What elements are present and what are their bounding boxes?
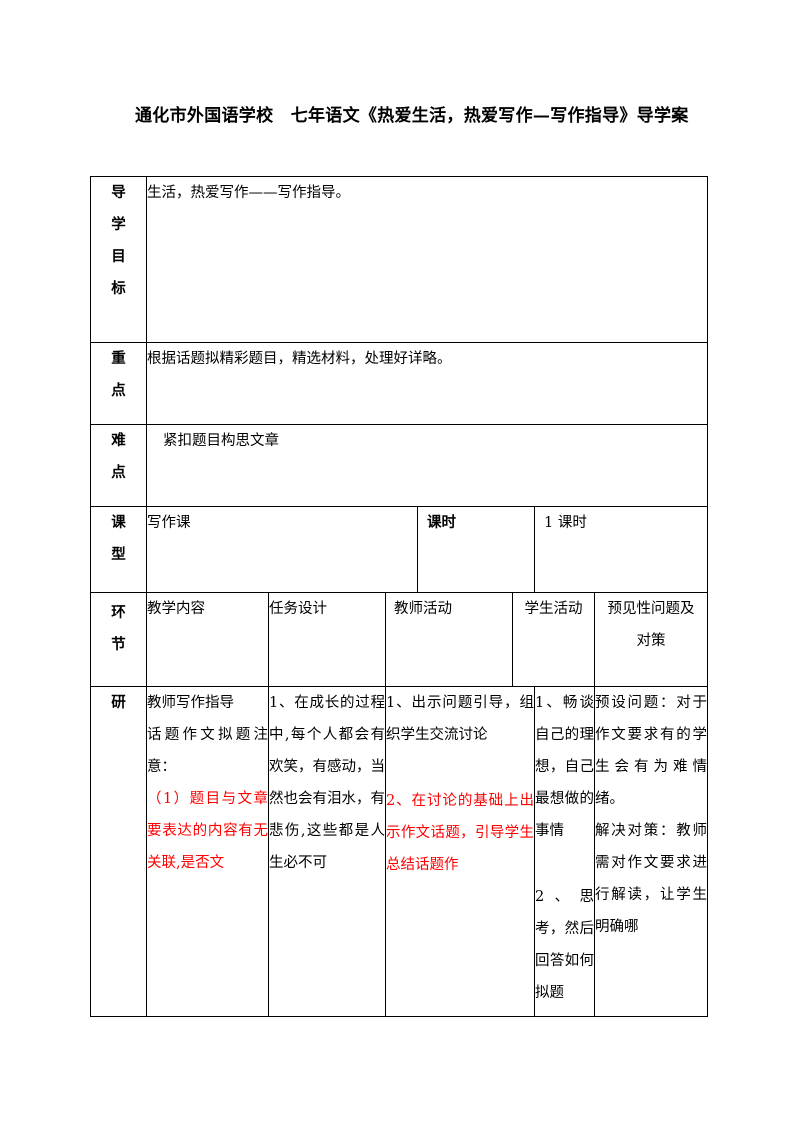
lesson-plan-table: 导 学 目 标 生活，热爱写作——写作指导。 重 点 根据话题拟精彩题目，精选材… <box>90 176 709 1017</box>
row-value-lesson-type: 写作课 <box>146 506 418 593</box>
row-value-keypoint: 根据话题拟精彩题目，精选材料，处理好详略。 <box>145 342 709 425</box>
label-char: 点 <box>111 382 126 399</box>
paragraph: 1、畅谈自己的理想，自己最想做的事情 <box>535 695 594 839</box>
cell-task-design: 1、在成长的过程中,每个人都会有欢笑，有感动，当然也会有泪水，有悲伤,这些都是人… <box>268 686 386 1017</box>
row-label-difficulty: 难 点 <box>90 424 147 507</box>
label-char: 目 <box>111 248 126 265</box>
row-value-difficulty: 紧扣题目构思文章 <box>145 424 709 507</box>
table-row-keypoint: 重 点 根据话题拟精彩题目，精选材料，处理好详略。 <box>90 342 709 425</box>
label-char: 重 <box>111 350 126 367</box>
label-char: 课 <box>111 514 126 531</box>
colheader-issues: 预见性问题及 对策 <box>593 592 709 687</box>
table-row-difficulty: 难 点 紧扣题目构思文章 <box>90 424 709 507</box>
table-row-objective: 导 学 目 标 生活，热爱写作——写作指导。 <box>90 176 709 343</box>
cell-teacher-activity: 1、出示问题引导，组织学生交流讨论 2、在讨论的基础上出示作文话题，引导学生总结… <box>385 686 535 1017</box>
colheader-student-activity: 学生活动 <box>512 592 595 687</box>
colheader-issues-line2: 对策 <box>636 633 666 649</box>
row-label-periods: 课时 <box>417 506 535 593</box>
paragraph-highlighted: 2、在讨论的基础上出示作文话题，引导学生总结话题作 <box>386 793 534 873</box>
row-label-objective: 导 学 目 标 <box>90 176 147 343</box>
page-title: 通化市外国语学校 七年语文《热爱生活，热爱写作—写作指导》导学案 <box>135 106 689 126</box>
label-char: 环 <box>111 604 126 621</box>
paragraph: 教师写作指导 <box>147 695 234 711</box>
cell-predicted-issues: 预设问题：对于作文要求有的学生会有为难情绪。 解决对策：教师需对作文要求进行解读… <box>593 686 709 1017</box>
colheader-content: 教学内容 <box>146 592 269 687</box>
row-label-keypoint: 重 点 <box>90 342 147 425</box>
paragraph: 1、出示问题引导，组织学生交流讨论 <box>386 695 534 743</box>
label-char: 导 <box>111 184 126 201</box>
cell-teaching-content: 教师写作指导 话题作文拟题注意： （1）题目与文章要表达的内容有无关联,是否文 <box>146 686 269 1017</box>
colheader-task: 任务设计 <box>268 592 386 687</box>
label-char: 难 <box>111 432 126 449</box>
colheader-stage: 环 节 <box>90 592 147 687</box>
paragraph: 1、在成长的过程中,每个人都会有欢笑，有感动，当然也会有泪水，有悲伤,这些都是人… <box>269 695 385 871</box>
cell-stage: 研 <box>90 686 147 1017</box>
label-char: 点 <box>111 464 126 481</box>
table-row: 研 教师写作指导 话题作文拟题注意： （1）题目与文章要表达的内容有无关联,是否… <box>90 686 709 1017</box>
row-value-periods: 1 课时 <box>533 506 709 593</box>
label-char: 学 <box>111 216 126 233</box>
colheader-teacher-activity: 教师活动 <box>385 592 513 687</box>
cell-student-activity: 1、畅谈自己的理想，自己最想做的事情 2、思考，然后回答如何拟题 <box>534 686 595 1017</box>
colheader-issues-line1: 预见性问题及 <box>607 601 695 617</box>
paragraph: 话题作文拟题注意： <box>147 727 268 775</box>
table-row-activity-headers: 环 节 教学内容 任务设计 教师活动 学生活动 预见性问题及 对策 <box>90 592 709 687</box>
paragraph-highlighted: （1）题目与文章要表达的内容有无关联,是否文 <box>147 791 268 871</box>
paragraph: 2、思考，然后回答如何拟题 <box>535 889 594 1001</box>
label-char: 型 <box>111 546 126 563</box>
row-value-objective: 生活，热爱写作——写作指导。 <box>145 176 709 343</box>
table-row-lesson-type: 课 型 写作课 课时 1 课时 <box>90 506 709 593</box>
row-label-lesson-type: 课 型 <box>90 506 147 593</box>
paragraph: 预设问题：对于作文要求有的学生会有为难情绪。 <box>595 695 708 807</box>
label-char: 标 <box>111 280 126 297</box>
paragraph: 解决对策：教师需对作文要求进行解读，让学生明确哪 <box>595 823 708 935</box>
document-page: 通化市外国语学校 七年语文《热爱生活，热爱写作—写作指导》导学案 导 学 目 标… <box>0 0 794 1123</box>
label-char: 节 <box>111 636 126 653</box>
